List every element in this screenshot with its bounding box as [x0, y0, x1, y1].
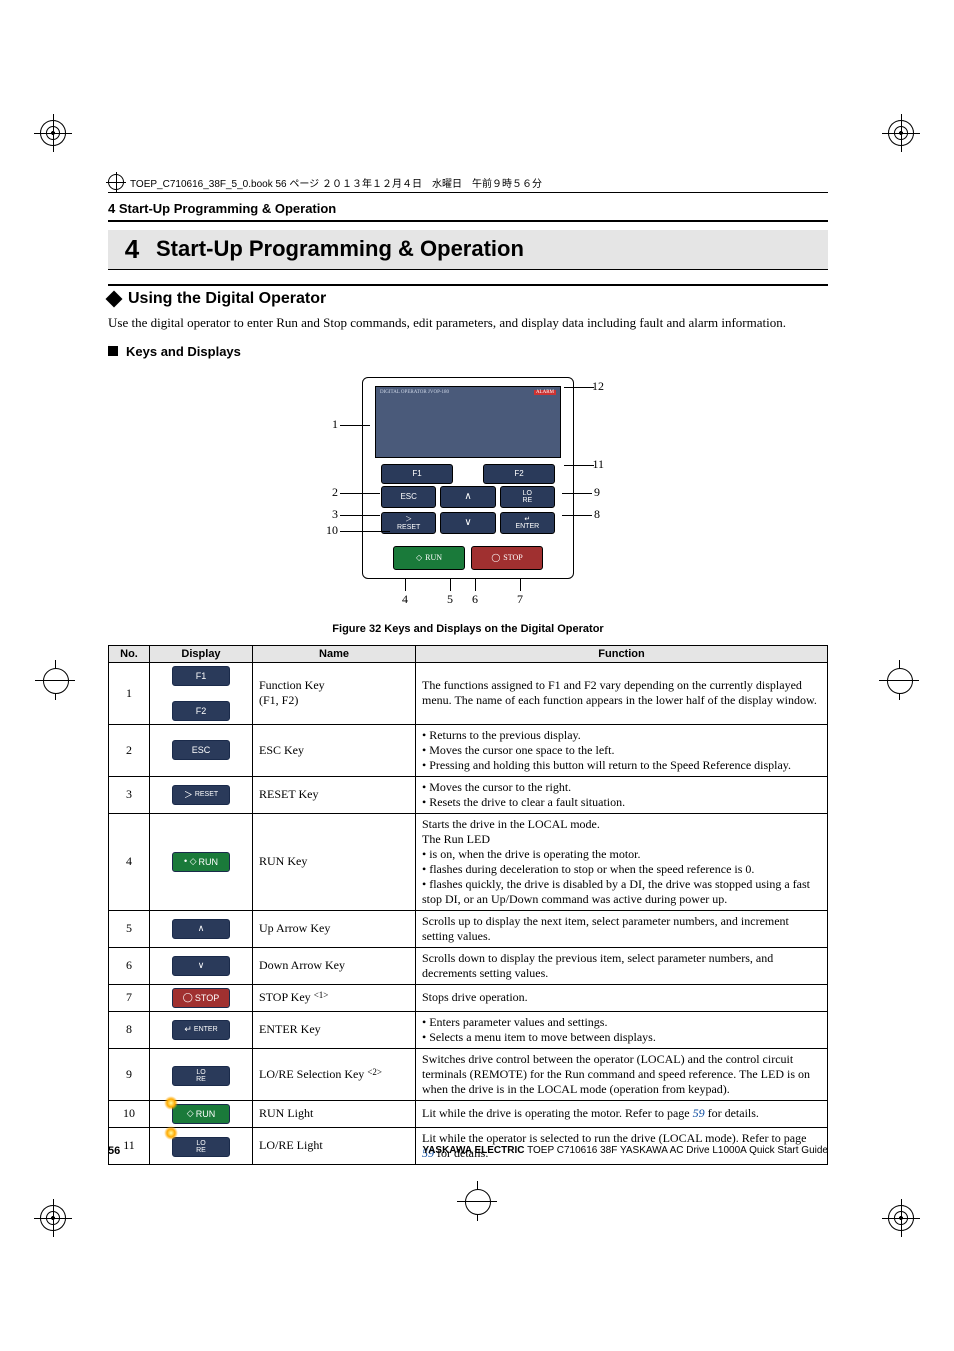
callout-3: 3	[332, 507, 338, 522]
run-key-icon: • ◇RUN	[172, 852, 230, 872]
chapter-title: Start-Up Programming & Operation	[156, 234, 524, 262]
subheading-keys-and-displays: Keys and Displays	[108, 344, 828, 359]
enter-key-icon: ↵ENTER	[172, 1020, 230, 1040]
figure-caption: Figure 32 Keys and Displays on the Digit…	[108, 623, 828, 635]
operator-f1-key: F1	[381, 464, 453, 484]
callout-4: 4	[402, 592, 408, 607]
esc-key-icon: ESC	[172, 740, 230, 760]
up-key-icon: ∧	[172, 919, 230, 939]
table-row: 6 ∨ Down Arrow Key Scrolls down to displ…	[109, 947, 828, 984]
page-number: 56	[108, 1145, 120, 1157]
operator-lcd: DIGITAL OPERATOR JVOP-180 ALARM	[375, 386, 561, 458]
down-key-icon: ∨	[172, 956, 230, 976]
table-row: 8 ↵ENTER ENTER Key • Enters parameter va…	[109, 1011, 828, 1048]
print-mark	[40, 1205, 66, 1231]
subheading-using-digital-operator: Using the Digital Operator	[108, 290, 828, 308]
page-footer: 56 YASKAWA ELECTRIC TOEP C710616 38F YAS…	[108, 1145, 828, 1157]
subheading-text: Using the Digital Operator	[128, 290, 326, 308]
table-row: 3 ＞RESET RESET Key • Moves the cursor to…	[109, 776, 828, 813]
print-mark	[888, 120, 914, 146]
callout-9: 9	[594, 485, 600, 500]
callout-5: 5	[447, 592, 453, 607]
running-header: 4 Start-Up Programming & Operation	[108, 201, 828, 216]
diamond-icon	[106, 291, 123, 308]
th-function: Function	[416, 645, 828, 662]
f1-key-icon: F1	[172, 666, 230, 686]
book-metaline-text: TOEP_C710616_38F_5_0.book 56 ページ ２０１３年１２…	[130, 175, 542, 190]
square-icon	[108, 346, 118, 356]
stop-key-icon: ◯STOP	[172, 988, 230, 1008]
operator-down-key: ∨	[440, 512, 495, 534]
table-row: 10 ◇RUN RUN Light Lit while the drive is…	[109, 1100, 828, 1127]
table-row: 2 ESC ESC Key • Returns to the previous …	[109, 724, 828, 776]
operator-run-key: ◇RUN	[393, 546, 465, 570]
table-row: 7 ◯STOP STOP Key <1> Stops drive operati…	[109, 984, 828, 1011]
table-row: 9 LORE LO/RE Selection Key <2> Switches …	[109, 1048, 828, 1100]
print-mark	[35, 660, 75, 700]
print-mark	[40, 120, 66, 146]
chapter-number: 4	[108, 234, 156, 265]
operator-esc-key: ESC	[381, 486, 436, 508]
f2-key-icon: F2	[172, 701, 230, 721]
keys-table: No. Display Name Function 1 F1 F2 Functi…	[108, 645, 828, 1165]
th-name: Name	[253, 645, 416, 662]
callout-2: 2	[332, 485, 338, 500]
reset-key-icon: ＞RESET	[172, 785, 230, 805]
subheading-text: Keys and Displays	[126, 344, 241, 359]
run-light-icon: ◇RUN	[172, 1104, 230, 1124]
print-mark	[457, 1181, 497, 1221]
callout-1: 1	[332, 417, 338, 432]
digital-operator-figure: DIGITAL OPERATOR JVOP-180 ALARM F1 F2 ES…	[362, 377, 574, 579]
operator-enter-key: ↵ENTER	[500, 512, 555, 534]
table-row: 5 ∧ Up Arrow Key Scrolls up to display t…	[109, 910, 828, 947]
lore-key-icon: LORE	[172, 1066, 230, 1086]
operator-lore-key: LORE	[500, 486, 555, 508]
book-metaline: TOEP_C710616_38F_5_0.book 56 ページ ２０１３年１２…	[108, 174, 828, 190]
operator-up-key: ∧	[440, 486, 495, 508]
callout-6: 6	[472, 592, 478, 607]
print-mark	[888, 1205, 914, 1231]
callout-10: 10	[326, 523, 338, 538]
callout-7: 7	[517, 592, 523, 607]
table-row: 1 F1 F2 Function Key (F1, F2) The functi…	[109, 662, 828, 724]
page-ref-link[interactable]: 59	[693, 1106, 705, 1120]
operator-f2-key: F2	[483, 464, 555, 484]
footer-doc: TOEP C710616 38F YASKAWA AC Drive L1000A…	[525, 1145, 829, 1156]
table-row: 4 • ◇RUN RUN Key Starts the drive in the…	[109, 813, 828, 910]
footer-company: YASKAWA ELECTRIC	[422, 1145, 524, 1156]
print-mark	[879, 660, 919, 700]
chapter-heading: 4 Start-Up Programming & Operation	[108, 230, 828, 270]
callout-11: 11	[592, 457, 604, 472]
th-display: Display	[150, 645, 253, 662]
th-no: No.	[109, 645, 150, 662]
operator-stop-key: ◯STOP	[471, 546, 543, 570]
callout-8: 8	[594, 507, 600, 522]
body-paragraph: Use the digital operator to enter Run an…	[108, 314, 828, 332]
